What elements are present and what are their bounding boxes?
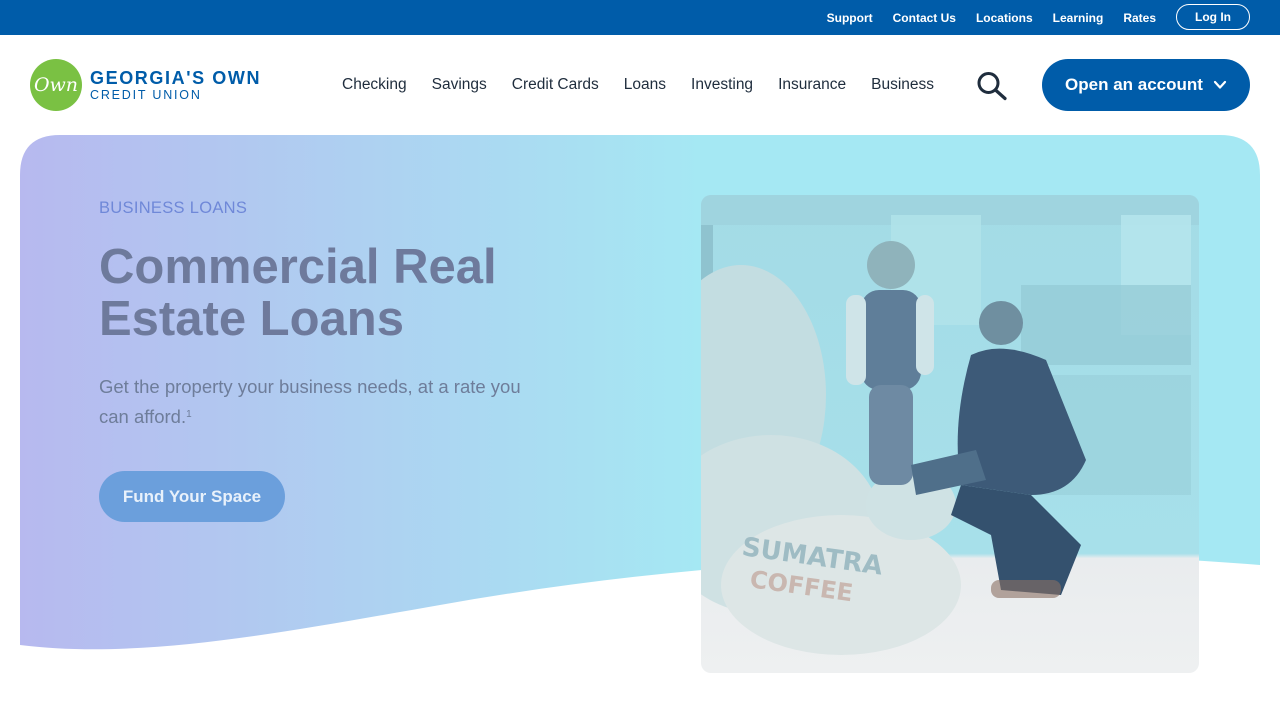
open-account-label: Open an account — [1065, 75, 1203, 94]
login-button[interactable]: Log In — [1176, 4, 1250, 30]
utility-link-support[interactable]: Support — [827, 11, 873, 25]
hero-photo: SUMATRA COFFEE — [701, 195, 1199, 673]
fund-your-space-button[interactable]: Fund Your Space — [99, 471, 285, 522]
chevron-down-icon — [1213, 80, 1227, 89]
utility-link-contact-us[interactable]: Contact Us — [893, 11, 956, 25]
hero-section: BUSINESS LOANS Commercial Real Estate Lo… — [20, 135, 1260, 720]
nav-item-checking[interactable]: Checking — [342, 76, 407, 94]
main-nav: Checking Savings Credit Cards Loans Inve… — [342, 35, 934, 135]
footnote-marker[interactable]: 1 — [186, 409, 192, 420]
open-account-button[interactable]: Open an account — [1042, 59, 1250, 111]
hero-eyebrow: BUSINESS LOANS — [99, 199, 248, 217]
logo-subtitle: CREDIT UNION — [90, 88, 202, 102]
site-header: Own GEORGIA'S OWN CREDIT UNION Checking … — [0, 35, 1280, 135]
hero-description-text: Get the property your business needs, at… — [99, 376, 521, 427]
nav-item-loans[interactable]: Loans — [624, 76, 666, 94]
utility-link-rates[interactable]: Rates — [1123, 11, 1156, 25]
utility-links: Support Contact Us Locations Learning Ra… — [827, 0, 1156, 35]
nav-item-credit-cards[interactable]: Credit Cards — [512, 76, 599, 94]
logo-name: GEORGIA'S OWN — [90, 68, 262, 88]
nav-item-business[interactable]: Business — [871, 76, 934, 94]
utility-bar: Support Contact Us Locations Learning Ra… — [0, 0, 1280, 35]
hero-description: Get the property your business needs, at… — [99, 372, 539, 432]
logo-wordmark: GEORGIA'S OWN CREDIT UNION — [90, 68, 261, 102]
logo-mark: Own — [30, 59, 82, 111]
nav-item-investing[interactable]: Investing — [691, 76, 753, 94]
utility-link-locations[interactable]: Locations — [976, 11, 1033, 25]
nav-item-savings[interactable]: Savings — [432, 76, 487, 94]
logo[interactable]: Own GEORGIA'S OWN CREDIT UNION — [30, 59, 261, 111]
hero-title: Commercial Real Estate Loans — [99, 240, 497, 346]
utility-link-learning[interactable]: Learning — [1053, 11, 1104, 25]
nav-item-insurance[interactable]: Insurance — [778, 76, 846, 94]
search-icon[interactable] — [976, 71, 1008, 101]
